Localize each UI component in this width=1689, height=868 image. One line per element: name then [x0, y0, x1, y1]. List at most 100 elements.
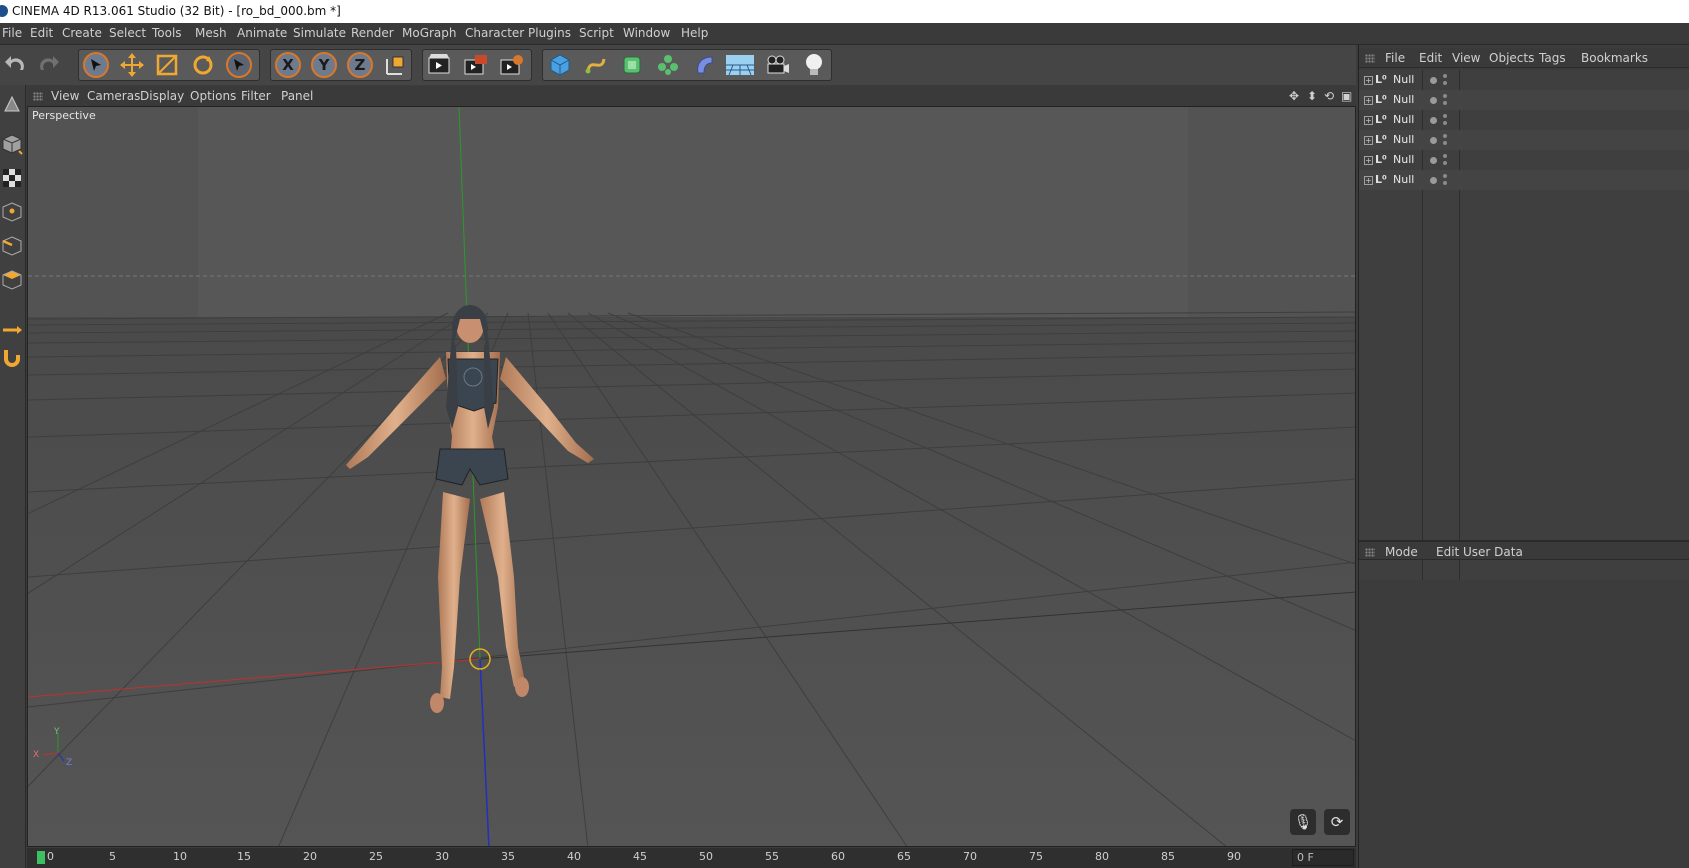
menu-mesh[interactable]: Mesh [195, 26, 227, 40]
object-name[interactable]: Null [1393, 173, 1414, 186]
coordinate-system-icon[interactable] [380, 49, 412, 81]
om-menu-tags[interactable]: Tags [1539, 51, 1566, 65]
om-menu-edit[interactable]: Edit [1419, 51, 1442, 65]
editor-visibility-dot[interactable] [1443, 74, 1447, 78]
editor-visibility-dot[interactable] [1443, 174, 1447, 178]
y-axis-lock-button[interactable]: Y [308, 49, 340, 81]
menu-help[interactable]: Help [681, 26, 708, 40]
render-picture-viewer-icon[interactable] [460, 49, 492, 81]
rotate-icon[interactable] [187, 49, 219, 81]
visibility-dot[interactable] [1430, 157, 1437, 164]
render-view-icon[interactable] [424, 49, 456, 81]
editor-visibility-dot[interactable] [1443, 134, 1447, 138]
render-settings-icon[interactable] [496, 49, 528, 81]
viewport-menu-view[interactable]: View [51, 89, 79, 103]
menu-file[interactable]: File [2, 26, 22, 40]
om-menu-file[interactable]: File [1385, 51, 1405, 65]
menu-script[interactable]: Script [579, 26, 614, 40]
timeline-ruler[interactable]: 0 5 10 15 20 25 30 35 40 45 50 55 60 65 … [27, 848, 1356, 868]
object-name[interactable]: Null [1393, 153, 1414, 166]
visibility-dot[interactable] [1430, 97, 1437, 104]
cube-primitive-icon[interactable] [544, 49, 576, 81]
x-axis-lock-button[interactable]: X [272, 49, 304, 81]
subdivision-surface-icon[interactable] [616, 49, 648, 81]
object-name[interactable]: Null [1393, 93, 1414, 106]
menu-create[interactable]: Create [62, 26, 102, 40]
am-menu-mode[interactable]: Mode [1385, 545, 1418, 559]
undo-icon[interactable] [0, 49, 32, 81]
recent-tool-icon[interactable] [223, 49, 255, 81]
render-visibility-dot[interactable] [1443, 181, 1447, 185]
viewport-menu-cameras[interactable]: Cameras [87, 89, 140, 103]
am-menu-user-data[interactable]: User Data [1463, 545, 1523, 559]
panel-grip-icon[interactable] [1365, 548, 1375, 557]
object-name[interactable]: Null [1393, 133, 1414, 146]
viewport-menu-options[interactable]: Options [190, 89, 236, 103]
scale-icon[interactable] [151, 49, 183, 81]
spline-pen-icon[interactable] [580, 49, 612, 81]
visibility-dot[interactable] [1430, 177, 1437, 184]
texture-mode-icon[interactable] [1, 165, 23, 191]
object-row[interactable]: + L⁰ Null [1359, 130, 1689, 150]
refresh-icon[interactable]: ⟳ [1324, 809, 1350, 835]
perspective-viewport[interactable]: Perspective Y X Z 🎙 ⟳ [27, 106, 1356, 847]
visibility-dot[interactable] [1430, 137, 1437, 144]
viewport-move-icon[interactable]: ✥ [1289, 89, 1299, 103]
live-selection-icon[interactable] [80, 49, 112, 81]
menu-render[interactable]: Render [351, 26, 394, 40]
menu-character[interactable]: Character [465, 26, 524, 40]
menu-simulate[interactable]: Simulate [293, 26, 346, 40]
cloner-icon[interactable] [652, 49, 684, 81]
axis-mode-icon[interactable] [1, 317, 23, 343]
panel-grip-icon[interactable] [1365, 54, 1375, 63]
render-visibility-dot[interactable] [1443, 161, 1447, 165]
object-row[interactable]: + L⁰ Null [1359, 110, 1689, 130]
am-menu-edit[interactable]: Edit [1436, 545, 1459, 559]
viewport-menu-filter[interactable]: Filter [241, 89, 271, 103]
object-row[interactable]: + L⁰ Null [1359, 170, 1689, 190]
expand-icon[interactable]: + [1364, 136, 1373, 145]
object-row[interactable]: + L⁰ Null [1359, 90, 1689, 110]
viewport-menu-panel[interactable]: Panel [281, 89, 313, 103]
render-visibility-dot[interactable] [1443, 141, 1447, 145]
z-axis-lock-button[interactable]: Z [344, 49, 376, 81]
viewport-menu-display[interactable]: Display [140, 89, 184, 103]
render-visibility-dot[interactable] [1443, 121, 1447, 125]
expand-icon[interactable]: + [1364, 176, 1373, 185]
render-visibility-dot[interactable] [1443, 81, 1447, 85]
menu-select[interactable]: Select [109, 26, 146, 40]
floor-environment-icon[interactable] [724, 49, 756, 81]
timeline-playhead[interactable] [37, 851, 45, 864]
om-menu-objects[interactable]: Objects [1489, 51, 1534, 65]
om-menu-view[interactable]: View [1452, 51, 1480, 65]
editor-visibility-dot[interactable] [1443, 114, 1447, 118]
viewport-zoom-icon[interactable]: ⬍ [1307, 89, 1317, 103]
points-mode-icon[interactable] [1, 199, 23, 225]
render-visibility-dot[interactable] [1443, 101, 1447, 105]
expand-icon[interactable]: + [1364, 116, 1373, 125]
model-mode-icon[interactable] [1, 131, 23, 157]
expand-icon[interactable]: + [1364, 76, 1373, 85]
viewport-toggle-layout-icon[interactable]: ▣ [1341, 89, 1352, 103]
menu-window[interactable]: Window [623, 26, 670, 40]
camera-icon[interactable] [762, 49, 794, 81]
object-row[interactable]: + L⁰ Null [1359, 150, 1689, 170]
menu-animate[interactable]: Animate [237, 26, 287, 40]
make-editable-icon[interactable] [1, 91, 23, 117]
menu-mograph[interactable]: MoGraph [402, 26, 457, 40]
deformer-bend-icon[interactable] [688, 49, 720, 81]
redo-icon[interactable] [32, 49, 64, 81]
current-frame-field[interactable]: 0 F [1292, 849, 1354, 866]
expand-icon[interactable]: + [1364, 96, 1373, 105]
snapping-magnet-icon[interactable] [1, 345, 23, 371]
polygons-mode-icon[interactable] [1, 267, 23, 293]
object-name[interactable]: Null [1393, 113, 1414, 126]
editor-visibility-dot[interactable] [1443, 154, 1447, 158]
visibility-dot[interactable] [1430, 77, 1437, 84]
menu-plugins[interactable]: Plugins [528, 26, 571, 40]
expand-icon[interactable]: + [1364, 156, 1373, 165]
viewport-rotate-icon[interactable]: ⟲ [1324, 89, 1334, 103]
panel-grip-icon[interactable] [33, 92, 43, 101]
microphone-icon[interactable]: 🎙 [1290, 809, 1316, 835]
editor-visibility-dot[interactable] [1443, 94, 1447, 98]
